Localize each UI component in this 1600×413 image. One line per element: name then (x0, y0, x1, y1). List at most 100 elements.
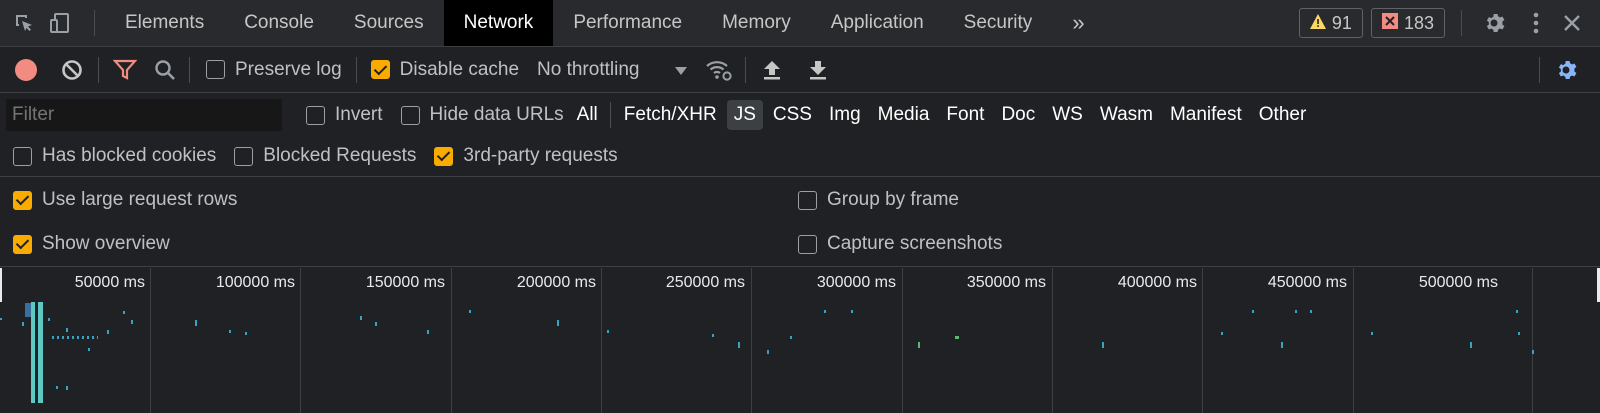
errors-badge[interactable]: 183 (1370, 8, 1445, 38)
filter-type-ws[interactable]: WS (1045, 100, 1090, 130)
export-har-icon[interactable] (800, 52, 836, 88)
request-mark (767, 350, 769, 354)
request-mark (1532, 350, 1534, 354)
hide-data-urls-label: Hide data URLs (429, 104, 564, 125)
request-mark (131, 320, 133, 324)
warning-icon (1309, 13, 1326, 34)
large-rows-setting: Use large request rows (13, 189, 237, 211)
settings-gear-icon[interactable] (1476, 5, 1512, 41)
filter-type-fetch-xhr[interactable]: Fetch/XHR (617, 100, 724, 130)
request-mark (66, 328, 68, 332)
request-bar (31, 302, 35, 403)
group-by-frame-label: Group by frame (827, 189, 959, 210)
devtools-tab-bar: Elements Console Sources Network Perform… (0, 0, 1600, 46)
filter-input[interactable] (6, 99, 282, 131)
show-overview-checkbox[interactable] (13, 234, 32, 254)
third-party-requests-checkbox[interactable] (434, 146, 454, 166)
tab-performance[interactable]: Performance (553, 0, 702, 46)
record-button[interactable] (8, 52, 44, 88)
device-toolbar-icon[interactable] (42, 5, 78, 41)
request-mark (557, 320, 559, 326)
filter-type-all[interactable]: All (570, 100, 605, 130)
network-settings-gear-icon[interactable] (1548, 52, 1584, 88)
capture-screenshots-checkbox[interactable] (798, 234, 817, 254)
filter-type-media[interactable]: Media (871, 100, 937, 130)
capture-screenshots-label: Capture screenshots (827, 233, 1003, 254)
clear-icon[interactable] (54, 52, 90, 88)
tab-sources[interactable]: Sources (334, 0, 444, 46)
separator (94, 10, 95, 36)
large-rows-checkbox[interactable] (13, 190, 32, 210)
gridline (902, 268, 903, 413)
warnings-count: 91 (1331, 12, 1352, 33)
request-mark (790, 336, 792, 339)
disable-cache-checkbox[interactable] (370, 60, 390, 79)
tab-network[interactable]: Network (443, 0, 554, 46)
import-har-icon[interactable] (754, 52, 790, 88)
request-mark (229, 330, 231, 333)
has-blocked-cookies-checkbox[interactable] (13, 146, 32, 166)
close-icon[interactable] (1554, 5, 1590, 41)
network-overview-timeline[interactable]: 50000 ms 100000 ms 150000 ms 200000 ms 2… (0, 268, 1600, 413)
filter-type-js[interactable]: JS (726, 100, 763, 130)
third-party-requests-label: 3rd-party requests (463, 145, 618, 166)
gridline (1202, 268, 1203, 413)
gridline (601, 268, 602, 413)
group-by-frame-checkbox[interactable] (798, 190, 817, 210)
tick-label: 400000 ms (1117, 274, 1197, 291)
tick-label: 450000 ms (1267, 274, 1347, 291)
request-mark (1281, 342, 1283, 348)
gridline (150, 268, 151, 413)
gridline (751, 268, 752, 413)
search-icon[interactable] (147, 52, 183, 88)
tab-application[interactable]: Application (811, 0, 944, 46)
more-options-icon[interactable] (1518, 5, 1554, 41)
separator (98, 56, 99, 83)
preserve-log-label: Preserve log (235, 58, 342, 80)
filter-type-font[interactable]: Font (939, 100, 991, 130)
request-mark (48, 318, 50, 321)
filter-type-other[interactable]: Other (1252, 100, 1314, 130)
preserve-log-checkbox[interactable] (206, 60, 225, 79)
gridline (1353, 268, 1354, 413)
request-bar (38, 302, 43, 403)
blocked-filter-row: Has blocked cookies Blocked Requests 3rd… (0, 138, 1600, 174)
invert-checkbox[interactable] (306, 105, 325, 125)
tick-label: 150000 ms (365, 274, 445, 291)
request-mark (1371, 332, 1373, 335)
request-bar (52, 336, 98, 339)
request-mark (955, 336, 959, 339)
hide-data-urls-checkbox[interactable] (400, 105, 420, 125)
request-mark (66, 386, 68, 390)
network-conditions-icon[interactable] (701, 52, 737, 88)
overview-left-handle[interactable] (0, 268, 2, 302)
divider (0, 266, 1600, 267)
tab-elements[interactable]: Elements (105, 0, 224, 46)
request-mark (107, 330, 109, 334)
filter-type-wasm[interactable]: Wasm (1093, 100, 1160, 130)
has-blocked-cookies-label: Has blocked cookies (42, 145, 217, 166)
tab-memory[interactable]: Memory (702, 0, 811, 46)
tick-label: 500000 ms (1418, 274, 1498, 291)
gridline (300, 268, 301, 413)
filter-type-doc[interactable]: Doc (994, 100, 1042, 130)
throttling-select[interactable]: No throttling (537, 58, 688, 81)
request-mark (1516, 310, 1518, 313)
gridline (451, 268, 452, 413)
tab-console[interactable]: Console (224, 0, 334, 46)
filter-type-manifest[interactable]: Manifest (1163, 100, 1249, 130)
inspect-element-icon[interactable] (6, 5, 42, 41)
request-mark (1518, 332, 1520, 335)
filter-icon[interactable] (107, 52, 143, 88)
request-mark (738, 342, 740, 348)
tab-security[interactable]: Security (944, 0, 1053, 46)
warnings-badge[interactable]: 91 (1298, 8, 1363, 38)
throttling-value: No throttling (537, 58, 640, 80)
request-mark (824, 310, 826, 313)
filter-type-css[interactable]: CSS (766, 100, 819, 130)
request-mark (360, 316, 362, 320)
filter-type-img[interactable]: Img (822, 100, 868, 130)
blocked-requests-checkbox[interactable] (234, 146, 254, 166)
more-tabs-button[interactable]: » (1052, 0, 1104, 46)
panel-tabs: Elements Console Sources Network Perform… (105, 0, 1105, 46)
